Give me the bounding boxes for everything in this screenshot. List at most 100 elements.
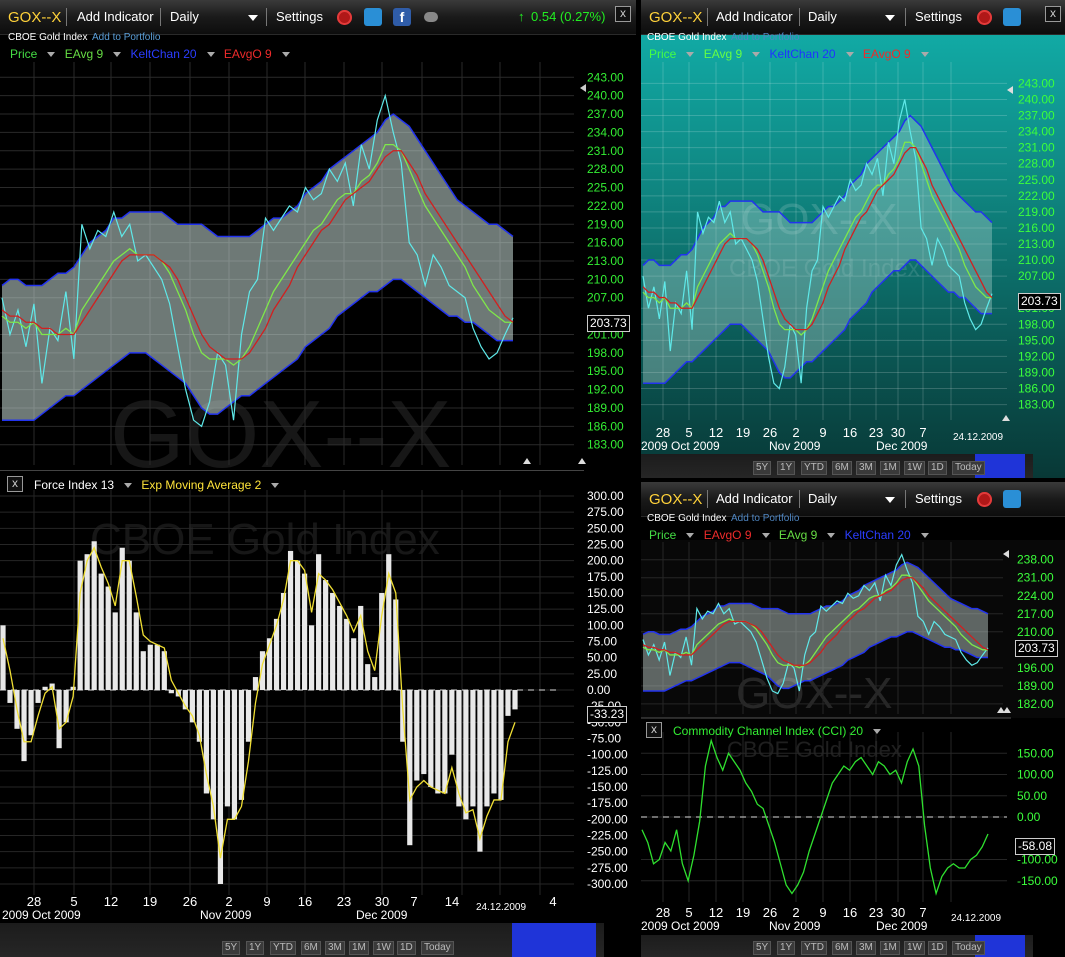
range-3m-button[interactable]: 3M — [325, 941, 345, 955]
date-stamp: 24.12.2009 — [953, 432, 1004, 443]
range-1m-button[interactable]: 1M — [880, 461, 900, 475]
bottom-right-chart-panel: GOX--X Add Indicator Daily Settings CBOE… — [641, 482, 1065, 957]
y-tick-label: -250.00 — [587, 845, 628, 859]
range-ytd-button[interactable]: YTD — [270, 941, 296, 955]
force-bar — [245, 690, 252, 742]
x-day-label: 26 — [763, 905, 777, 920]
force-bar — [484, 690, 490, 807]
x-day-label: 26 — [183, 894, 197, 909]
x-day-label: 2 — [792, 425, 799, 440]
scroll-marker-icon — [1007, 86, 1013, 94]
bottom-right-chart-svg[interactable]: 238.00 231.00 224.00 217.00 210.00 196.00 189.… — [641, 482, 1065, 957]
x-day-label: 28 — [656, 425, 670, 440]
y-tick-label: 275.00 — [587, 505, 624, 519]
last-price-box: 203.73 — [1018, 293, 1061, 310]
force-bar — [442, 690, 448, 794]
y-tick-label: 222.00 — [1018, 189, 1055, 203]
y-tick-label: 210.00 — [1017, 625, 1054, 639]
force-bar — [203, 690, 209, 794]
legend-cci[interactable]: Commodity Channel Index (CCI) 20 — [673, 724, 882, 738]
y-tick-label: 125.00 — [587, 602, 624, 616]
y-tick-label: 25.00 — [587, 667, 617, 681]
range-ytd-button[interactable]: YTD — [801, 941, 827, 955]
x-month-label: Nov 2009 — [769, 919, 821, 933]
x-day-label: 23 — [869, 425, 883, 440]
force-bar — [147, 644, 153, 690]
y-tick-label: 100.00 — [1017, 768, 1054, 782]
y-tick-label: 192.00 — [587, 383, 624, 397]
y-tick-label: -275.00 — [587, 861, 628, 875]
y-tick-label: 219.00 — [1018, 205, 1055, 219]
y-tick-label: 189.00 — [1017, 679, 1054, 693]
y-tick-label: 237.00 — [587, 107, 624, 121]
y-tick-label: 240.00 — [1018, 92, 1055, 106]
x-day-label: 5 — [685, 905, 692, 920]
range-1m-button[interactable]: 1M — [880, 941, 900, 955]
x-day-label: 16 — [843, 905, 857, 920]
range-today-button[interactable]: Today — [421, 941, 454, 955]
y-tick-label: -225.00 — [587, 829, 628, 843]
range-1w-button[interactable]: 1W — [373, 941, 394, 955]
indicator-close-button[interactable]: x — [646, 722, 662, 738]
range-today-button[interactable]: Today — [952, 461, 985, 475]
force-bar — [133, 612, 139, 690]
force-bar — [28, 690, 34, 736]
scroll-marker-icon — [580, 84, 586, 92]
y-tick-label: 192.00 — [1018, 349, 1055, 363]
x-month-label: 2009 Oct 2009 — [641, 439, 720, 453]
range-6m-button[interactable]: 6M — [832, 461, 852, 475]
range-today-button[interactable]: Today — [952, 941, 985, 955]
range-ytd-button[interactable]: YTD — [801, 461, 827, 475]
force-bar — [42, 686, 48, 690]
force-bar — [351, 638, 357, 690]
force-bar — [421, 690, 427, 775]
force-bar — [491, 690, 497, 794]
y-tick-label: 213.00 — [1018, 237, 1055, 251]
range-1w-button[interactable]: 1W — [904, 461, 925, 475]
range-1y-button[interactable]: 1Y — [246, 941, 265, 955]
force-bar — [407, 690, 413, 846]
y-tick-label: -75.00 — [587, 732, 621, 746]
range-3m-button[interactable]: 3M — [856, 941, 876, 955]
range-1d-button[interactable]: 1D — [397, 941, 416, 955]
range-6m-button[interactable]: 6M — [301, 941, 321, 955]
y-tick-label: 240.00 — [587, 89, 624, 103]
range-6m-button[interactable]: 6M — [832, 941, 852, 955]
y-tick-label: -175.00 — [587, 796, 628, 810]
x-day-label: 12 — [709, 905, 723, 920]
y-tick-label: -300.00 — [587, 877, 628, 891]
top-right-chart-svg[interactable]: 243.00 240.00 237.00 234.00 231.00 228.00 225.… — [641, 0, 1065, 478]
x-day-label: 19 — [736, 425, 750, 440]
y-tick-label: -125.00 — [587, 764, 628, 778]
legend-ema2[interactable]: Exp Moving Average 2 — [141, 478, 280, 492]
range-5y-button[interactable]: 5Y — [222, 941, 241, 955]
range-1y-button[interactable]: 1Y — [777, 461, 796, 475]
y-tick-label: 182.00 — [1017, 697, 1054, 711]
pane-divider[interactable] — [0, 470, 584, 471]
range-1d-button[interactable]: 1D — [928, 461, 947, 475]
range-1y-button[interactable]: 1Y — [777, 941, 796, 955]
y-tick-label: 225.00 — [587, 538, 624, 552]
y-tick-label: 198.00 — [1018, 317, 1055, 331]
navigator-window[interactable] — [512, 923, 596, 957]
range-1w-button[interactable]: 1W — [904, 941, 925, 955]
y-tick-label: 231.00 — [1018, 141, 1055, 155]
y-tick-label: 196.00 — [1017, 661, 1054, 675]
y-tick-label: 183.00 — [587, 438, 624, 452]
range-1d-button[interactable]: 1D — [928, 941, 947, 955]
force-bar — [168, 690, 174, 694]
range-3m-button[interactable]: 3M — [856, 461, 876, 475]
force-bar — [477, 690, 483, 852]
y-tick-label: 150.00 — [1017, 746, 1054, 760]
range-5y-button[interactable]: 5Y — [753, 461, 772, 475]
y-tick-label: 243.00 — [587, 70, 624, 84]
y-tick-label: 207.00 — [1018, 269, 1055, 283]
legend-force-index[interactable]: Force Index 13 — [34, 478, 133, 492]
y-tick-label: -100.00 — [587, 748, 628, 762]
range-1m-button[interactable]: 1M — [349, 941, 369, 955]
indicator-close-button[interactable]: x — [7, 476, 23, 492]
range-5y-button[interactable]: 5Y — [753, 941, 772, 955]
force-bar — [84, 554, 90, 690]
date-stamp: 24.12.2009 — [476, 902, 527, 913]
x-day-label: 19 — [736, 905, 750, 920]
